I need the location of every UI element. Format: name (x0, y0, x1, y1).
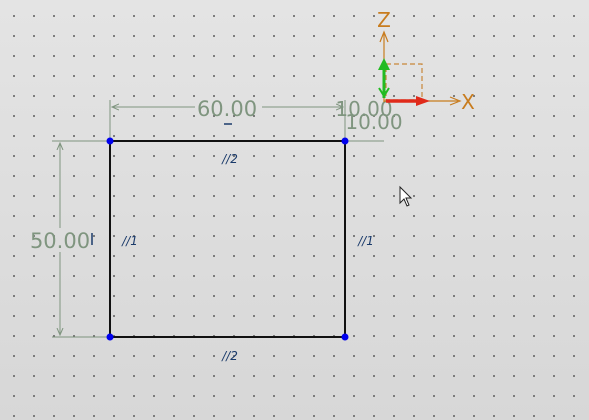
dimension-width-value[interactable]: 60.00 (197, 97, 257, 121)
constraint-parallel-right[interactable]: //1 (357, 234, 374, 248)
constraint-parallel-bottom[interactable]: //2 (221, 349, 238, 363)
constraint-parallel-top[interactable]: //2 (221, 152, 238, 166)
dimension-offset[interactable]: 10.00 10.00 (335, 97, 403, 142)
dimension-height[interactable]: 50.00 (30, 140, 108, 338)
dimension-height-value[interactable]: 50.00 (30, 229, 90, 253)
vertex-top-right[interactable] (341, 137, 349, 145)
mouse-pointer-icon (399, 185, 413, 207)
sketch-rectangle[interactable] (106, 137, 349, 341)
x-axis-red-head (416, 96, 430, 106)
x-axis-label: X (461, 90, 475, 114)
dimension-offset-y-value[interactable]: 10.00 (345, 110, 402, 134)
dimension-width[interactable]: 60.00 (109, 97, 346, 140)
vertex-top-left[interactable] (106, 137, 114, 145)
vertex-bottom-right[interactable] (341, 333, 349, 341)
constraint-parallel-left[interactable]: //1 (121, 234, 138, 248)
sketch-svg[interactable]: 60.00 50.00 10.00 10.00 //2 //2 //1 //1 … (0, 0, 589, 420)
triad-plane-box (385, 63, 423, 101)
z-axis-label: Z (377, 8, 391, 32)
sketch-canvas[interactable]: 60.00 50.00 10.00 10.00 //2 //2 //1 //1 … (0, 0, 589, 420)
vertex-bottom-left[interactable] (106, 333, 114, 341)
